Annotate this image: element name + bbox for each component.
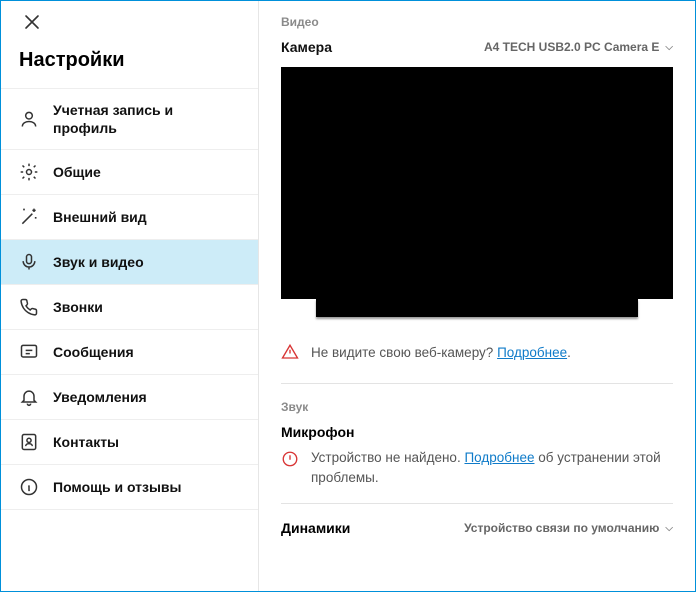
divider xyxy=(281,503,673,504)
sidebar-item-label: Сообщения xyxy=(53,343,134,361)
camera-heading: Камера xyxy=(281,39,332,55)
contacts-icon xyxy=(19,432,39,452)
sidebar-item-account[interactable]: Учетная запись и профиль xyxy=(1,88,258,150)
sidebar-item-label: Уведомления xyxy=(53,388,147,406)
speakers-device-value: Устройство связи по умолчанию xyxy=(464,521,659,535)
sidebar-item-audio-video[interactable]: Звук и видео xyxy=(1,240,258,285)
camera-warning-period: . xyxy=(567,345,571,360)
gear-icon xyxy=(19,162,39,182)
camera-warning-link[interactable]: Подробнее xyxy=(497,345,567,360)
sidebar-item-label: Помощь и отзывы xyxy=(53,478,182,496)
speakers-device-select[interactable]: Устройство связи по умолчанию ⌵ xyxy=(464,521,673,535)
microphone-error-link[interactable]: Подробнее xyxy=(464,450,534,465)
settings-sidebar: Настройки Учетная запись и профиль Общие… xyxy=(1,1,259,591)
camera-warning-text: Не видите свою веб-камеру? xyxy=(311,345,493,360)
sidebar-item-label: Учетная запись и профиль xyxy=(53,101,240,137)
sidebar-item-calls[interactable]: Звонки xyxy=(1,285,258,330)
sidebar-item-label: Звук и видео xyxy=(53,253,144,271)
camera-preview-shadow xyxy=(316,299,637,317)
microphone-heading: Микрофон xyxy=(281,424,673,440)
sidebar-item-contacts[interactable]: Контакты xyxy=(1,420,258,465)
warning-icon xyxy=(281,343,299,361)
camera-warning: Не видите свою веб-камеру? Подробнее. xyxy=(281,343,673,361)
video-section-label: Видео xyxy=(281,15,673,29)
person-icon xyxy=(19,109,39,129)
close-icon xyxy=(24,14,40,30)
close-button[interactable] xyxy=(21,11,43,33)
wand-icon xyxy=(19,207,39,227)
camera-preview xyxy=(281,67,673,299)
camera-device-select[interactable]: A4 TECH USB2.0 PC Camera E ⌵ xyxy=(484,40,673,54)
settings-title: Настройки xyxy=(1,43,258,88)
sidebar-item-label: Звонки xyxy=(53,298,103,316)
message-icon xyxy=(19,342,39,362)
info-icon xyxy=(19,477,39,497)
sidebar-item-label: Общие xyxy=(53,163,101,181)
microphone-error: Устройство не найдено. Подробнее об устр… xyxy=(281,448,673,487)
sidebar-item-label: Внешний вид xyxy=(53,208,147,226)
divider xyxy=(281,383,673,384)
settings-nav: Учетная запись и профиль Общие Внешний в… xyxy=(1,88,258,591)
microphone-error-text1: Устройство не найдено. xyxy=(311,450,461,465)
chevron-down-icon: ⌵ xyxy=(665,42,673,53)
phone-icon xyxy=(19,297,39,317)
sidebar-item-notifications[interactable]: Уведомления xyxy=(1,375,258,420)
audio-section-label: Звук xyxy=(281,400,673,414)
speakers-heading: Динамики xyxy=(281,520,350,536)
error-icon xyxy=(281,450,299,468)
sidebar-item-general[interactable]: Общие xyxy=(1,150,258,195)
bell-icon xyxy=(19,387,39,407)
sidebar-item-help[interactable]: Помощь и отзывы xyxy=(1,465,258,510)
sidebar-item-messaging[interactable]: Сообщения xyxy=(1,330,258,375)
sidebar-item-label: Контакты xyxy=(53,433,119,451)
sidebar-item-appearance[interactable]: Внешний вид xyxy=(1,195,258,240)
camera-device-value: A4 TECH USB2.0 PC Camera E xyxy=(484,40,659,54)
chevron-down-icon: ⌵ xyxy=(665,523,673,534)
microphone-icon xyxy=(19,252,39,272)
settings-content: Видео Камера A4 TECH USB2.0 PC Camera E … xyxy=(259,1,695,591)
